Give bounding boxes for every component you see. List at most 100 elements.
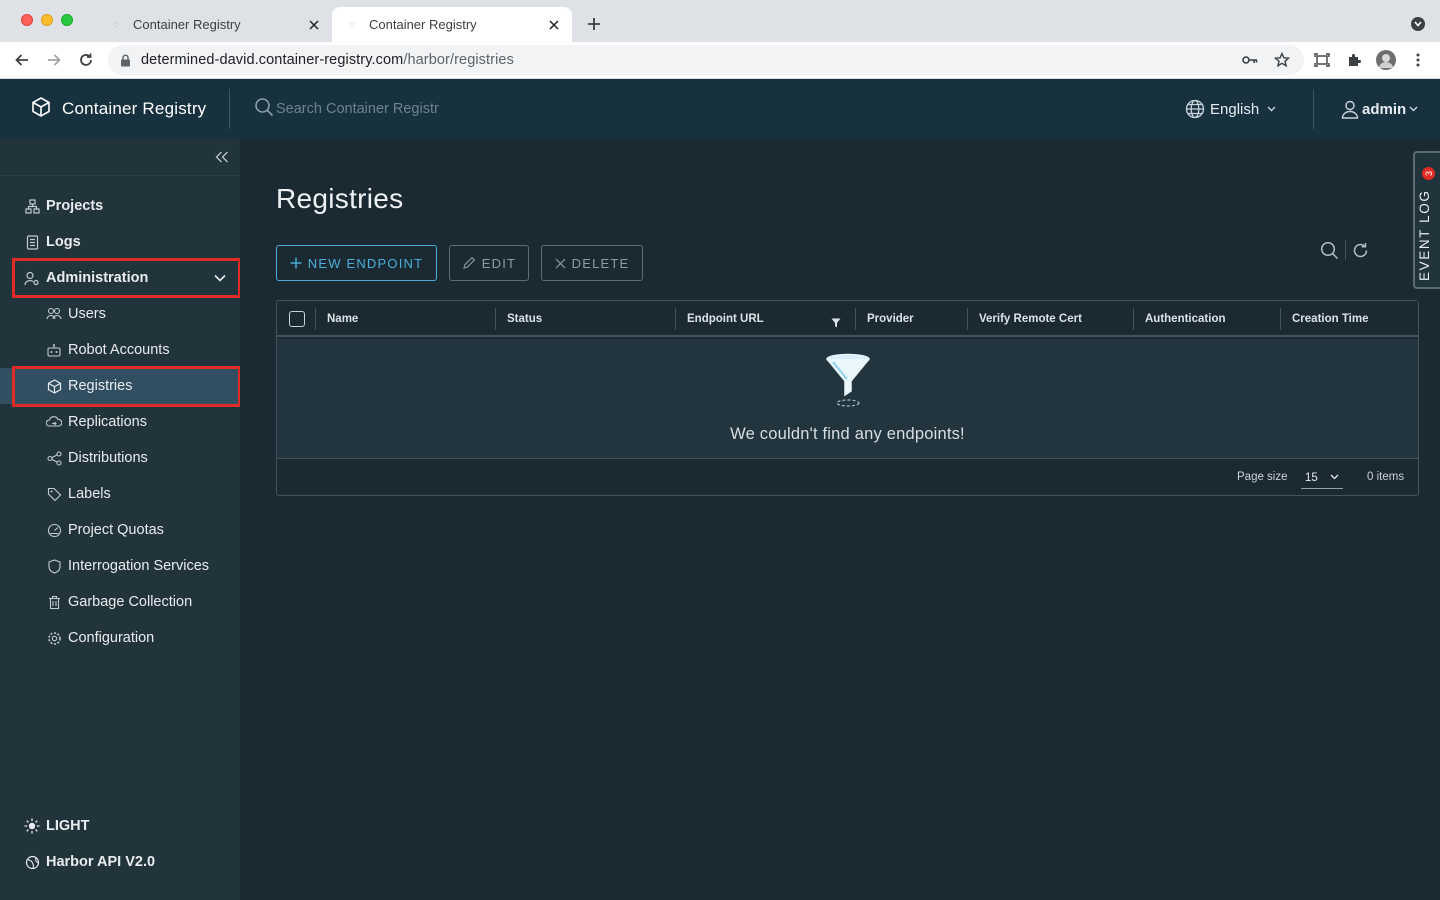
sidebar-item-administration[interactable]: Administration <box>0 260 240 296</box>
administration-icon <box>24 270 40 286</box>
sidebar-item-label: Logs <box>46 234 81 250</box>
page-title: Registries <box>276 183 404 214</box>
theme-toggle[interactable]: LIGHT <box>0 808 240 844</box>
sidebar-item-label: Registries <box>68 378 133 394</box>
endpoints-datagrid: Name Status Endpoint URL Provider Verify… <box>276 300 1419 496</box>
edit-button[interactable]: EDIT <box>449 245 529 281</box>
select-all-checkbox[interactable] <box>289 311 305 327</box>
column-header-provider[interactable]: Provider <box>856 301 966 337</box>
forward-arrow-icon[interactable] <box>44 50 64 70</box>
sidebar-item-labels[interactable]: Labels <box>0 476 240 512</box>
api-label: Harbor API V2.0 <box>46 854 156 870</box>
shield-icon <box>46 558 62 574</box>
extensions-puzzle-icon[interactable] <box>1344 50 1364 70</box>
sidebar-item-users[interactable]: Users <box>0 296 240 332</box>
column-header-endpoint-url[interactable]: Endpoint URL <box>676 301 826 337</box>
sidebar-item-logs[interactable]: Logs <box>0 224 240 260</box>
username: admin <box>1362 100 1407 118</box>
close-icon[interactable] <box>306 17 322 33</box>
event-count-badge: 3 <box>1422 167 1435 180</box>
edit-label: EDIT <box>481 255 517 271</box>
tab-title: Container Registry <box>133 17 241 32</box>
browser-tab-1[interactable]: ◌ Container Registry <box>96 7 332 42</box>
sidebar-item-project-quotas[interactable]: Project Quotas <box>0 512 240 548</box>
page-size-select[interactable]: 15 <box>1301 467 1343 489</box>
favicon-icon: ◌ <box>113 19 119 30</box>
sidebar-item-projects[interactable]: Projects <box>0 188 240 224</box>
column-header-authentication[interactable]: Authentication <box>1134 301 1279 337</box>
new-tab-plus-icon[interactable] <box>584 14 604 34</box>
window-zoom-button[interactable] <box>61 14 73 26</box>
sidebar: Projects Logs Administration Users Robot… <box>0 139 240 900</box>
sidebar-item-registries[interactable]: Registries <box>0 368 240 404</box>
labels-icon <box>46 486 62 502</box>
profile-avatar[interactable] <box>1376 50 1396 70</box>
empty-filter-funnel-icon <box>823 353 873 409</box>
sidebar-item-label: Replications <box>68 414 147 430</box>
sidebar-item-label: Garbage Collection <box>68 594 193 610</box>
delete-button[interactable]: DELETE <box>541 245 643 281</box>
event-log-tab[interactable]: EVENT LOG 3 <box>1413 151 1440 289</box>
column-header-status[interactable]: Status <box>496 301 674 337</box>
grid-footer: Page size 15 0 items <box>277 459 1418 495</box>
sidebar-item-replications[interactable]: Replications <box>0 404 240 440</box>
header-divider <box>1313 89 1314 129</box>
sidebar-item-configuration[interactable]: Configuration <box>0 620 240 656</box>
item-count: 0 items <box>1367 471 1405 483</box>
sidebar-item-garbage-collection[interactable]: Garbage Collection <box>0 584 240 620</box>
tab-search-chevron-icon[interactable] <box>1411 17 1425 31</box>
projects-icon <box>24 198 40 214</box>
theme-label: LIGHT <box>46 818 90 834</box>
back-arrow-icon[interactable] <box>12 50 32 70</box>
url-text: determined-david.container-registry.com/… <box>141 52 514 68</box>
screenshot-icon[interactable] <box>1312 50 1332 70</box>
page-size-label: Page size <box>1237 471 1288 483</box>
sidebar-item-label: Administration <box>46 270 149 286</box>
refresh-icon[interactable] <box>1350 240 1370 260</box>
sidebar-item-label: Robot Accounts <box>68 342 170 358</box>
browser-toolbar: determined-david.container-registry.com/… <box>0 42 1440 79</box>
registries-icon <box>46 378 62 394</box>
user-menu[interactable]: admin <box>1340 79 1418 139</box>
column-header-name[interactable]: Name <box>316 301 494 337</box>
api-link[interactable]: Harbor API V2.0 <box>0 844 240 880</box>
users-icon <box>46 306 62 322</box>
tab-title: Container Registry <box>369 17 477 32</box>
address-bar[interactable]: determined-david.container-registry.com/… <box>108 45 1304 75</box>
search-icon <box>254 97 274 122</box>
grid-search-icon[interactable] <box>1319 240 1339 260</box>
brand-link[interactable]: Container Registry <box>30 79 206 139</box>
reload-icon[interactable] <box>76 50 96 70</box>
close-icon <box>555 258 566 269</box>
sidebar-item-robot-accounts[interactable]: Robot Accounts <box>0 332 240 368</box>
language-selector[interactable]: English <box>1185 79 1276 139</box>
close-icon[interactable] <box>546 17 562 33</box>
sidebar-item-label: Users <box>68 306 106 322</box>
pencil-icon <box>462 256 476 270</box>
sidebar-item-interrogation-services[interactable]: Interrogation Services <box>0 548 240 584</box>
brand-name: Container Registry <box>62 99 207 118</box>
quotas-icon <box>46 522 62 538</box>
new-endpoint-button[interactable]: NEW ENDPOINT <box>276 245 437 281</box>
collapse-sidebar-icon[interactable] <box>214 149 230 165</box>
filter-icon[interactable] <box>831 315 841 333</box>
key-icon[interactable] <box>1240 50 1260 70</box>
trash-icon <box>46 594 62 610</box>
toolbar-divider <box>1345 240 1346 260</box>
sidebar-item-label: Configuration <box>68 630 155 646</box>
sidebar-item-distributions[interactable]: Distributions <box>0 440 240 476</box>
global-search[interactable] <box>254 79 536 139</box>
chevron-down-icon <box>1267 106 1276 112</box>
new-endpoint-label: NEW ENDPOINT <box>307 255 424 271</box>
browser-menu-kebab-icon[interactable] <box>1408 50 1428 70</box>
window-minimize-button[interactable] <box>41 14 53 26</box>
window-close-button[interactable] <box>21 14 33 26</box>
browser-tab-2[interactable]: ◌ Container Registry <box>332 7 572 42</box>
empty-message: We couldn't find any endpoints! <box>730 425 965 443</box>
user-icon <box>1340 99 1360 119</box>
search-input[interactable] <box>276 101 536 117</box>
column-header-creation-time[interactable]: Creation Time <box>1281 301 1418 337</box>
column-header-verify-remote-cert[interactable]: Verify Remote Cert <box>968 301 1132 337</box>
bookmark-star-icon[interactable] <box>1272 50 1292 70</box>
page-size-value: 15 <box>1305 471 1318 484</box>
